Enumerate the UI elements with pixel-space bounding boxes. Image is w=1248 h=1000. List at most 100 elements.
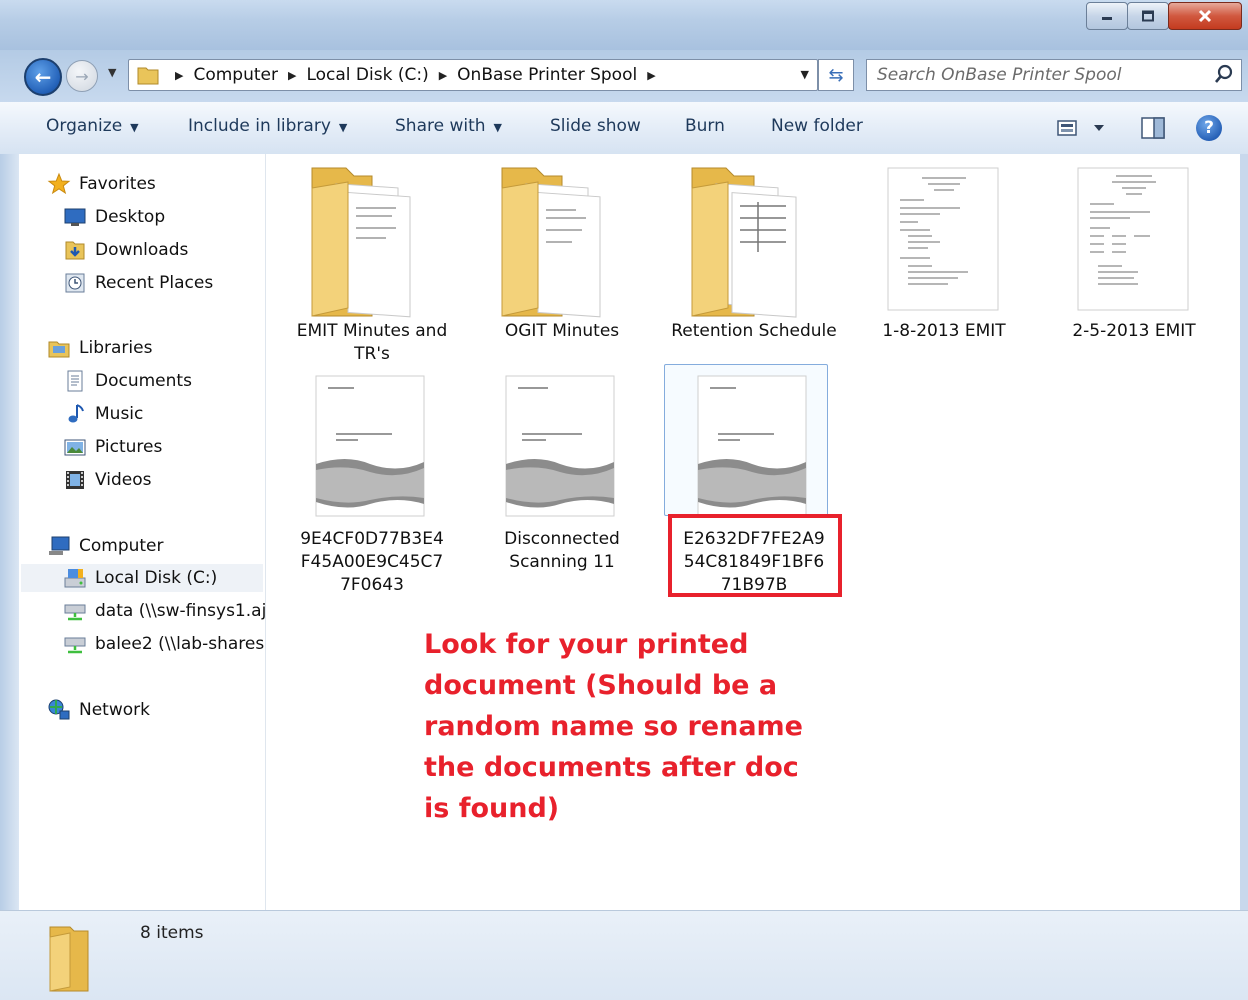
search-box[interactable] (866, 59, 1242, 91)
chevron-right-icon[interactable]: ▶ (647, 69, 655, 82)
file-name: OGIT Minutes (504, 321, 620, 341)
close-button[interactable] (1168, 2, 1242, 30)
share-with-button[interactable]: Share with ▼ (395, 116, 502, 136)
new-folder-button[interactable]: New folder (771, 116, 863, 136)
back-arrow-icon: ← (34, 65, 52, 89)
search-icon[interactable] (1213, 63, 1235, 85)
organize-button[interactable]: Organize ▼ (46, 116, 139, 136)
breadcrumb: ▶ Computer ▶ Local Disk (C:) ▶ OnBase Pr… (137, 60, 666, 90)
command-bar: Organize ▼ Include in library ▼ Share with… (0, 102, 1248, 155)
nav-network-label: Network (79, 700, 150, 720)
recent-places-icon (65, 273, 85, 293)
folder-icon (311, 167, 411, 318)
chevron-right-icon[interactable]: ▶ (175, 69, 183, 82)
music-icon (68, 404, 84, 423)
share-with-label: Share with (395, 116, 486, 136)
computer-icon (49, 536, 70, 555)
minimize-button[interactable] (1086, 2, 1128, 30)
slide-show-button[interactable]: Slide show (550, 116, 641, 136)
document-thumbnail-icon (887, 167, 999, 311)
address-row: ← → ▼ ▶ Computer ▶ Local Disk (C:) ▶ OnB… (0, 50, 1248, 102)
chevron-right-icon[interactable]: ▶ (439, 69, 447, 82)
file-name: 9E4CF0D77B3E4F45A00E9C45C77F0643 (284, 528, 460, 597)
nav-recent-places[interactable]: Recent Places (63, 269, 213, 297)
folder-icon (49, 926, 89, 992)
window-frame-right (1240, 154, 1248, 910)
breadcrumb-local-disk[interactable]: Local Disk (C:) (306, 65, 428, 85)
nav-local-disk-label: Local Disk (C:) (95, 568, 218, 588)
nav-pictures[interactable]: Pictures (63, 433, 162, 461)
organize-label: Organize (46, 116, 123, 136)
annotation-highlight-box (668, 514, 842, 597)
nav-downloads-label: Downloads (95, 240, 189, 260)
nav-computer[interactable]: Computer (47, 532, 164, 560)
maximize-icon (1142, 10, 1154, 22)
folder-icon (137, 67, 159, 85)
network-drive-icon (64, 604, 86, 621)
nav-network-drive-data[interactable]: data (\\sw-finsys1.aj (63, 597, 265, 625)
nav-libraries[interactable]: Libraries (47, 334, 152, 362)
network-icon (48, 699, 70, 720)
navigation-pane: Favorites Desktop Downloads Recent Place… (19, 154, 266, 910)
help-icon: ? (1204, 118, 1214, 138)
include-in-library-label: Include in library (188, 116, 331, 136)
back-button[interactable]: ← (24, 58, 62, 96)
annotation-text: Look for your printed document (Should b… (424, 629, 803, 824)
nav-videos[interactable]: Videos (63, 466, 152, 494)
address-history-dropdown[interactable]: ▼ (801, 68, 809, 81)
file-name: 2-5-2013 EMIT (1072, 321, 1196, 341)
chevron-down-icon: ▼ (130, 121, 139, 134)
file-list: EMIT Minutes and TR's OGIT Minutes Reten… (266, 154, 1240, 910)
folder-icon (501, 167, 601, 318)
title-bar[interactable] (0, 0, 1248, 50)
chevron-right-icon[interactable]: ▶ (288, 69, 296, 82)
documents-icon (67, 370, 83, 392)
minimize-icon (1102, 17, 1112, 20)
nav-downloads[interactable]: Downloads (63, 236, 188, 264)
desktop-icon (64, 208, 86, 226)
change-view-button[interactable] (1056, 116, 1116, 140)
preview-pane-button[interactable] (1140, 116, 1166, 140)
explorer-window: ← → ▼ ▶ Computer ▶ Local Disk (C:) ▶ OnB… (0, 0, 1248, 1000)
nav-computer-label: Computer (79, 536, 164, 556)
nav-libraries-label: Libraries (79, 338, 153, 358)
preview-pane-icon (1141, 117, 1165, 139)
search-input[interactable] (877, 64, 1197, 86)
folder-icon (691, 167, 797, 318)
nav-videos-label: Videos (95, 470, 152, 490)
burn-button[interactable]: Burn (685, 116, 725, 136)
downloads-icon (65, 241, 85, 260)
videos-icon (66, 471, 84, 489)
nav-favorites-label: Favorites (79, 174, 156, 194)
breadcrumb-onbase-printer-spool[interactable]: OnBase Printer Spool (457, 65, 637, 85)
nav-recent-places-label: Recent Places (95, 273, 214, 293)
forward-button[interactable]: → (66, 60, 98, 92)
view-icon (1057, 120, 1104, 136)
help-button[interactable]: ? (1196, 115, 1222, 141)
nav-music[interactable]: Music (63, 400, 143, 428)
nav-desktop[interactable]: Desktop (63, 203, 165, 231)
nav-desktop-label: Desktop (95, 207, 166, 227)
recent-pages-dropdown[interactable]: ▼ (108, 66, 116, 79)
nav-network-drive-balee2[interactable]: balee2 (\\lab-shares (63, 630, 264, 658)
nav-favorites[interactable]: Favorites (47, 170, 156, 198)
close-icon (1198, 9, 1212, 23)
file-name: 1-8-2013 EMIT (882, 321, 1006, 341)
local-disk-icon (64, 569, 86, 588)
document-thumbnail-icon (1077, 167, 1189, 311)
file-name-part: 9E4CF0D77B3E4F45A00E9C45C77F0643 (300, 529, 444, 595)
nav-documents[interactable]: Documents (63, 367, 192, 395)
window-frame-left (0, 154, 19, 910)
document-thumbnail-icon (697, 375, 807, 517)
include-in-library-button[interactable]: Include in library ▼ (188, 116, 347, 136)
nav-network[interactable]: Network (47, 696, 150, 724)
refresh-button[interactable]: ⇆ (818, 59, 854, 91)
nav-local-disk[interactable]: Local Disk (C:) (21, 564, 263, 592)
details-pane: 8 items (0, 910, 1248, 1000)
address-bar[interactable]: ▶ Computer ▶ Local Disk (C:) ▶ OnBase Pr… (128, 59, 818, 91)
maximize-button[interactable] (1127, 2, 1169, 30)
pictures-icon (64, 439, 86, 456)
network-drive-icon (64, 637, 86, 654)
file-name: EMIT Minutes and TR's (296, 321, 448, 364)
breadcrumb-computer[interactable]: Computer (193, 65, 278, 85)
